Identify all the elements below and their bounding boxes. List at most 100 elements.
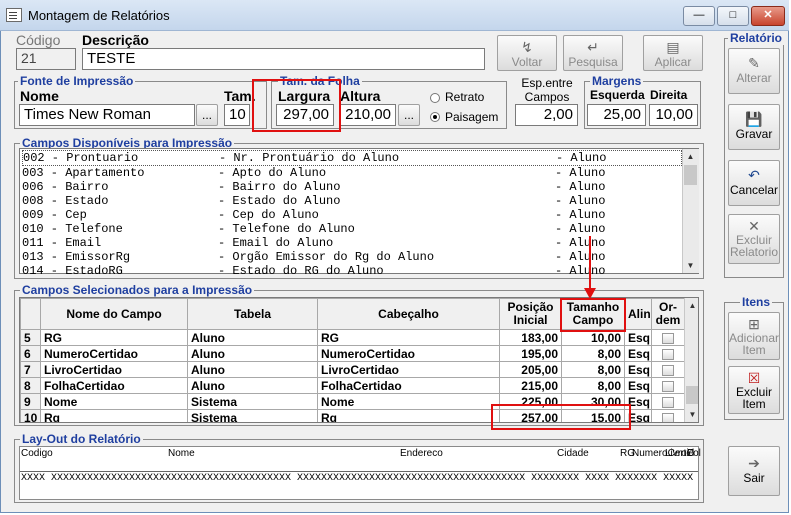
field-header[interactable]: NumeroCertidao [317, 345, 500, 362]
direita-field[interactable]: 10,00 [649, 104, 698, 126]
field-header[interactable]: Rg [317, 409, 500, 422]
ordem-header[interactable]: Or-dem [651, 298, 685, 330]
order-checkbox[interactable] [662, 348, 674, 360]
field-align[interactable]: Esq [624, 329, 652, 346]
field-position[interactable]: 215,00 [499, 377, 562, 394]
order-checkbox[interactable] [662, 396, 674, 408]
field-name[interactable]: Rg [40, 409, 188, 422]
order-checkbox[interactable] [662, 412, 674, 422]
maximize-button[interactable]: □ [717, 6, 749, 26]
codigo-field[interactable]: 21 [16, 48, 76, 70]
grid-scroll-down-icon[interactable]: ▼ [685, 407, 698, 422]
field-table[interactable]: Aluno [187, 329, 318, 346]
selected-field-row[interactable]: 6 NumeroCertidao Aluno NumeroCertidao 195,00… [20, 345, 685, 362]
grid-scroll-thumb[interactable] [686, 386, 698, 404]
field-name[interactable]: NumeroCertidao [40, 345, 188, 362]
fonte-browse-button[interactable]: ... [196, 104, 218, 126]
selected-field-row[interactable]: 7 LivroCertidao Aluno LivroCertidao 205,00 8,… [20, 361, 685, 378]
aplicar-icon: ▤ [666, 39, 680, 55]
minimize-button[interactable]: — [683, 6, 715, 26]
altura-field[interactable]: 210,00 [340, 104, 396, 126]
order-checkbox[interactable] [662, 364, 674, 376]
row-number[interactable]: 5 [20, 329, 41, 346]
order-cell[interactable] [651, 377, 685, 394]
excluir-relatorio-button[interactable]: ✕ Excluir Relatorio [728, 214, 780, 264]
aplicar-button[interactable]: ▤ Aplicar [643, 35, 703, 71]
posicao-header[interactable]: Posição Inicial [499, 298, 562, 330]
available-field-row[interactable]: 003 - Apartamento - Apto do Aluno - Aluno [22, 166, 682, 180]
scroll-up-icon[interactable]: ▲ [683, 149, 698, 164]
layout-col-endereco: Endereco [400, 448, 443, 459]
fonte-tam-field[interactable]: 10 [224, 104, 250, 126]
voltar-button[interactable]: ↯ Voltar [497, 35, 557, 71]
alterar-button[interactable]: ✎ Alterar [728, 48, 780, 94]
descricao-field[interactable]: TESTE [82, 48, 485, 70]
folha-browse-button[interactable]: ... [398, 104, 420, 126]
field-header[interactable]: RG [317, 329, 500, 346]
field-name[interactable]: Nome [40, 393, 188, 410]
row-number[interactable]: 10 [20, 409, 41, 422]
field-size[interactable]: 8,00 [561, 377, 625, 394]
order-cell[interactable] [651, 409, 685, 422]
gravar-button[interactable]: 💾 Gravar [728, 104, 780, 150]
fonte-nome-field[interactable]: Times New Roman [19, 104, 195, 126]
cancelar-button[interactable]: ↶ Cancelar [728, 160, 780, 206]
row-number[interactable]: 9 [20, 393, 41, 410]
field-table[interactable]: Sistema [187, 393, 318, 410]
field-align[interactable]: Esq [624, 345, 652, 362]
selected-field-row[interactable]: 8 FolhaCertidao Aluno FolhaCertidao 215,00 8,… [20, 377, 685, 394]
esquerda-field[interactable]: 25,00 [587, 104, 646, 126]
tabela-header[interactable]: Tabela [187, 298, 318, 330]
grid-scroll-up-icon[interactable]: ▲ [685, 298, 698, 313]
available-field-row[interactable]: 008 - Estado - Estado do Aluno - Aluno [22, 194, 682, 208]
available-field-row[interactable]: 009 - Cep - Cep do Aluno - Aluno [22, 208, 682, 222]
disponiveis-scrollbar[interactable]: ▲ ▼ [682, 149, 699, 273]
order-cell[interactable] [651, 345, 685, 362]
order-checkbox[interactable] [662, 332, 674, 344]
scroll-thumb[interactable] [684, 165, 697, 185]
pesquisa-button[interactable]: ↵ Pesquisa [563, 35, 623, 71]
order-cell[interactable] [651, 329, 685, 346]
row-number[interactable]: 8 [20, 377, 41, 394]
available-field-row[interactable]: 006 - Bairro - Bairro do Aluno - Aluno [22, 180, 682, 194]
close-button[interactable]: ✕ [751, 6, 785, 26]
field-align[interactable]: Esq [624, 377, 652, 394]
layout-col-nome: Nome [168, 448, 195, 459]
field-name[interactable]: LivroCertidao [40, 361, 188, 378]
field-table[interactable]: Aluno [187, 361, 318, 378]
cabecalho-header[interactable]: Cabeçalho [317, 298, 500, 330]
selecionados-scrollbar[interactable]: ▲ ▼ [684, 298, 698, 422]
field-size[interactable]: 8,00 [561, 361, 625, 378]
order-cell[interactable] [651, 393, 685, 410]
available-field-row[interactable]: 002 - Prontuario - Nr. Prontuário do Alun… [22, 150, 682, 166]
field-align[interactable]: Esq [624, 361, 652, 378]
field-name[interactable]: FolhaCertidao [40, 377, 188, 394]
row-number[interactable]: 7 [20, 361, 41, 378]
field-header[interactable]: FolhaCertidao [317, 377, 500, 394]
field-table[interactable]: Sistema [187, 409, 318, 422]
field-name[interactable]: RG [40, 329, 188, 346]
sair-button[interactable]: ➔ Sair [728, 446, 780, 496]
available-field-row[interactable]: 010 - Telefone - Telefone do Aluno - Aluno [22, 222, 682, 236]
field-position[interactable]: 183,00 [499, 329, 562, 346]
order-checkbox[interactable] [662, 380, 674, 392]
field-code: 011 - Email [22, 236, 102, 250]
field-header[interactable]: Nome [317, 393, 500, 410]
scroll-down-icon[interactable]: ▼ [683, 258, 698, 273]
row-number[interactable]: 6 [20, 345, 41, 362]
field-table[interactable]: Aluno [187, 345, 318, 362]
excluir-item-button[interactable]: ☒ Excluir Item [728, 366, 780, 414]
espaco-field[interactable]: 2,00 [515, 104, 578, 126]
disponiveis-list[interactable]: 002 - Prontuario - Nr. Prontuário do Alun… [19, 148, 699, 278]
field-position[interactable]: 205,00 [499, 361, 562, 378]
field-position[interactable]: 195,00 [499, 345, 562, 362]
nome-header[interactable]: Nome do Campo [40, 298, 188, 330]
field-header[interactable]: LivroCertidao [317, 361, 500, 378]
paisagem-radio[interactable] [430, 112, 440, 122]
field-size[interactable]: 8,00 [561, 345, 625, 362]
alin-header[interactable]: Alin [624, 298, 652, 330]
order-cell[interactable] [651, 361, 685, 378]
adicionar-item-button[interactable]: ⊞ Adicionar Item [728, 312, 780, 360]
field-table[interactable]: Aluno [187, 377, 318, 394]
retrato-radio[interactable] [430, 93, 440, 103]
